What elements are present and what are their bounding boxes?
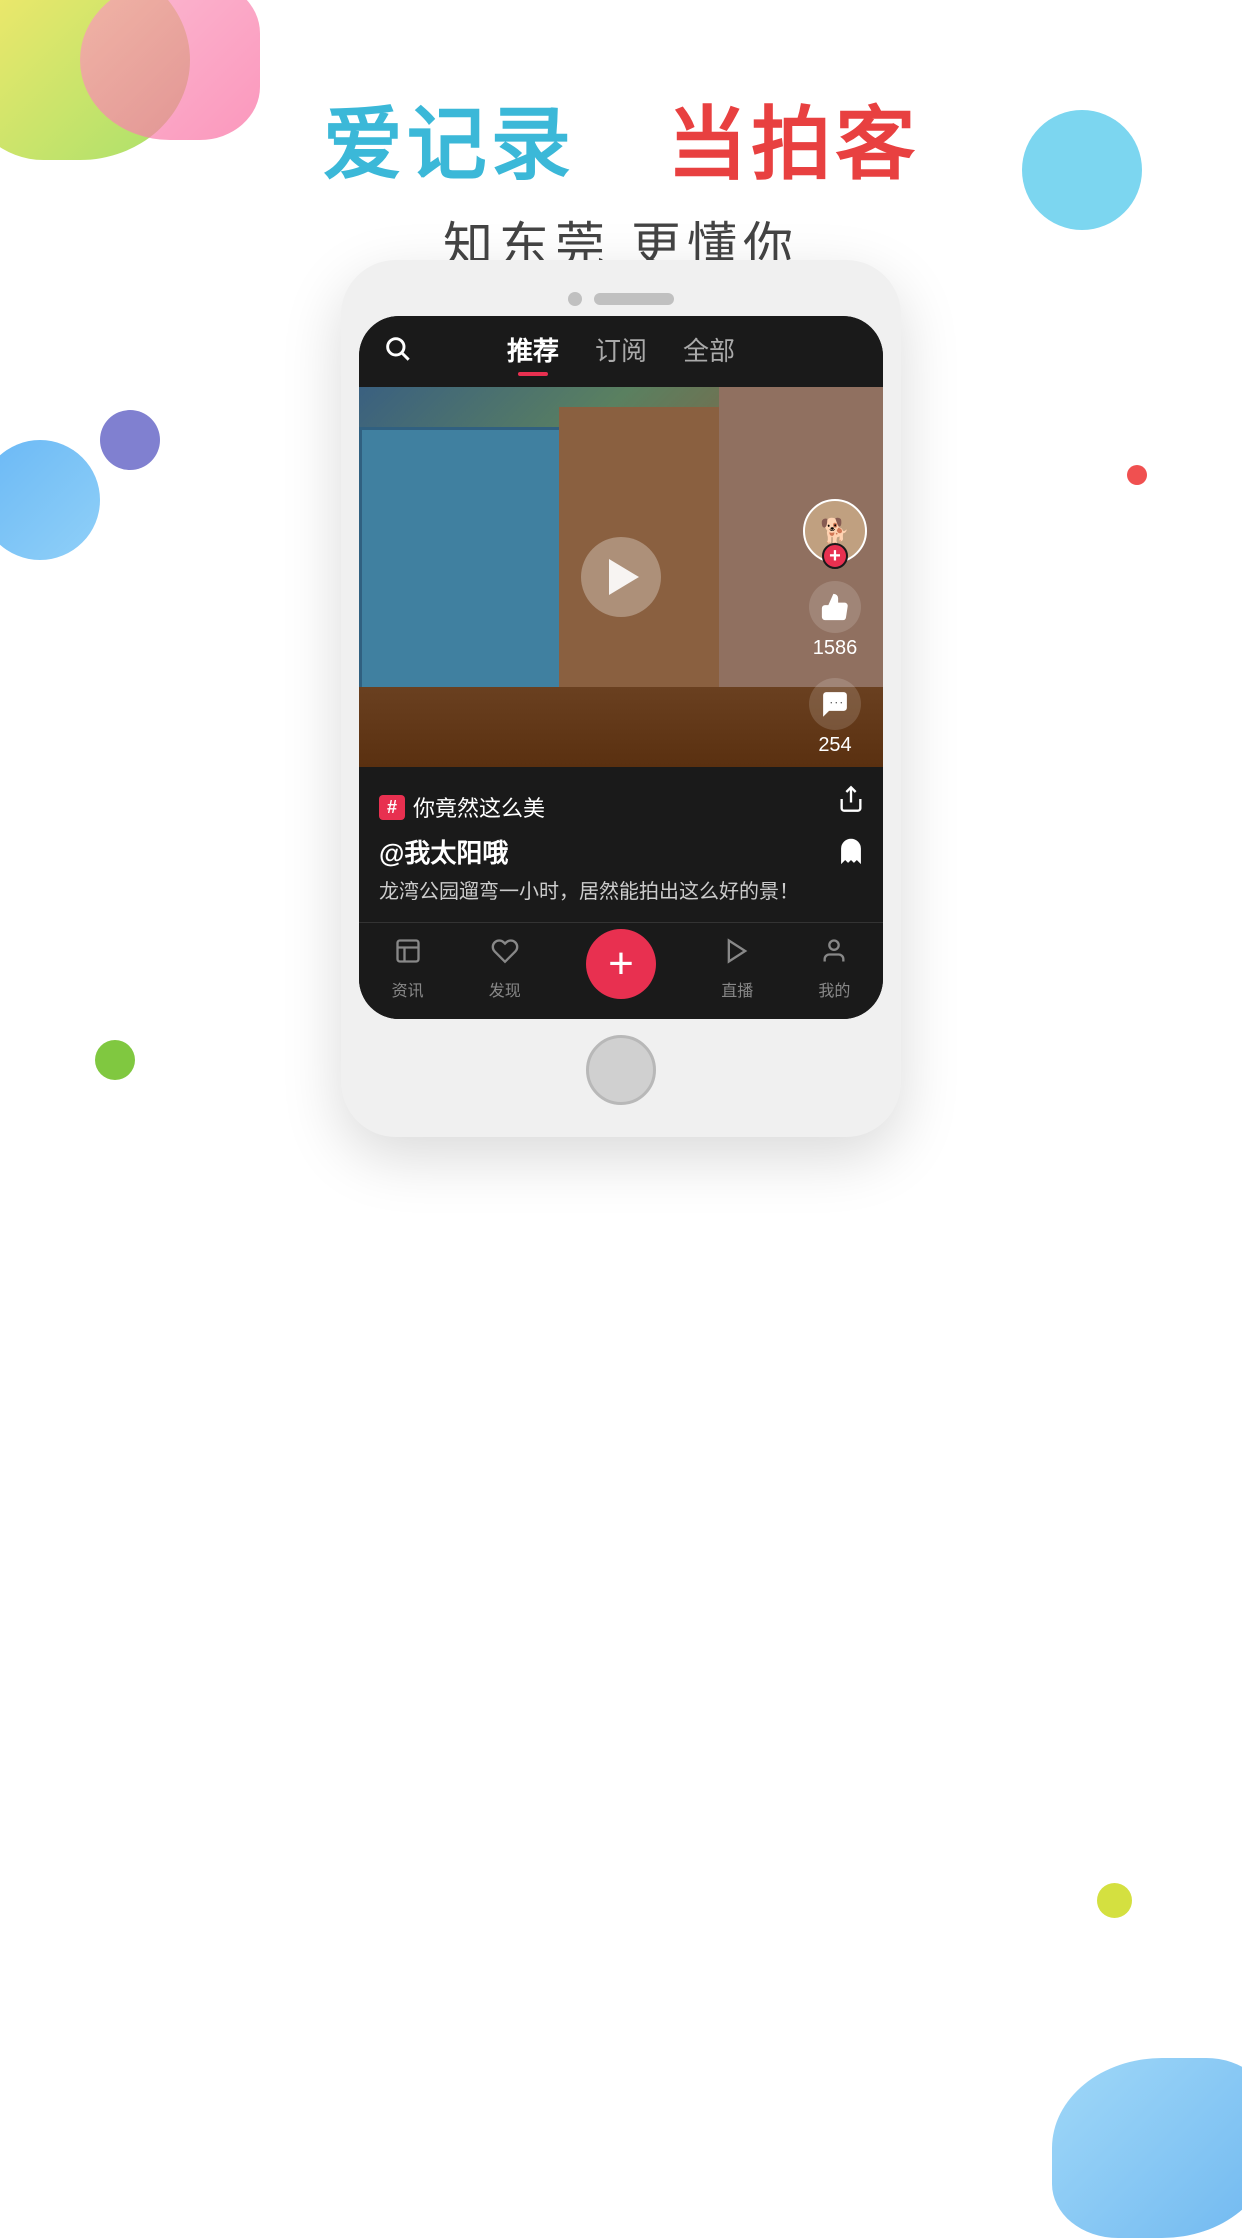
post-content: 龙湾公园遛弯一小时，居然能拍出这么好的景！: [379, 878, 863, 906]
live-label: 直播: [721, 977, 753, 1001]
decorative-blob-red-dot: [1127, 465, 1147, 485]
news-icon: [394, 937, 422, 973]
phone-mockup: 推荐 订阅 全部: [341, 260, 901, 1137]
discover-label: 发现: [489, 977, 521, 1001]
creator-avatar[interactable]: 🐕 +: [803, 499, 867, 563]
create-button[interactable]: +: [586, 929, 656, 999]
follow-plus-button[interactable]: +: [822, 543, 848, 569]
tagline-part1: 爱记录: [323, 100, 575, 189]
comment-action[interactable]: 254: [809, 678, 861, 757]
phone-speaker-bar: [594, 293, 674, 305]
decorative-blob-purple-left: [100, 410, 160, 470]
phone-bottom-bar: [359, 1019, 883, 1119]
decorative-blob-green-dot: [95, 1040, 135, 1080]
nav-item-discover[interactable]: 发现: [489, 937, 521, 1001]
play-button[interactable]: [581, 537, 661, 617]
nav-item-profile[interactable]: 我的: [818, 937, 850, 1001]
ghost-icon[interactable]: [837, 837, 865, 872]
phone-camera-dot: [568, 292, 582, 306]
right-action-bar: 🐕 + 1586: [803, 499, 867, 757]
share-icon[interactable]: [837, 785, 865, 820]
hashtag-row: # 你竟然这么美: [379, 791, 863, 823]
tab-subscribe[interactable]: 订阅: [595, 331, 647, 372]
phone-top-bar: [359, 278, 883, 316]
search-icon[interactable]: [383, 334, 411, 369]
tagline-part2: 当拍客: [667, 100, 919, 189]
bottom-navigation: 资讯 发现 +: [359, 922, 883, 1019]
like-icon: [809, 581, 861, 633]
comment-icon: [809, 678, 861, 730]
nav-tabs: 推荐 订阅 全部: [507, 331, 735, 372]
hashtag-badge[interactable]: #: [379, 795, 405, 820]
like-count: 1586: [813, 637, 858, 660]
comment-count: 254: [818, 734, 851, 757]
nav-item-live[interactable]: 直播: [721, 937, 753, 1001]
building-blue: [359, 427, 579, 707]
decorative-blob-yellow-dot: [1097, 1883, 1132, 1918]
tagline-main: 爱记录 当拍客: [0, 80, 1242, 196]
live-icon: [723, 937, 751, 973]
post-author[interactable]: @我太阳哦: [379, 833, 863, 870]
tab-all[interactable]: 全部: [683, 331, 735, 372]
tab-recommend[interactable]: 推荐: [507, 331, 559, 372]
video-content: 🐕 + 1586: [359, 387, 883, 767]
nav-item-news[interactable]: 资讯: [392, 937, 424, 1001]
discover-icon: [491, 937, 519, 973]
app-nav-bar: 推荐 订阅 全部: [359, 316, 883, 387]
like-action[interactable]: 1586: [809, 581, 861, 660]
profile-label: 我的: [818, 977, 850, 1001]
play-triangle-icon: [609, 559, 639, 595]
phone-outer-shell: 推荐 订阅 全部: [341, 260, 901, 1137]
hashtag-text[interactable]: 你竟然这么美: [413, 791, 545, 823]
decorative-blob-blue-bottom: [1052, 2058, 1242, 2238]
tagline-section: 爱记录 当拍客 知东莞 更懂你: [0, 80, 1242, 278]
phone-home-button[interactable]: [586, 1035, 656, 1105]
news-label: 资讯: [392, 977, 424, 1001]
phone-screen: 推荐 订阅 全部: [359, 316, 883, 1019]
decorative-blob-blue-left: [0, 440, 100, 560]
post-info-area: # 你竟然这么美 @我太阳哦 龙湾公园遛弯一小时，居然能拍出这么好的景！: [359, 767, 883, 922]
profile-icon: [820, 937, 848, 973]
